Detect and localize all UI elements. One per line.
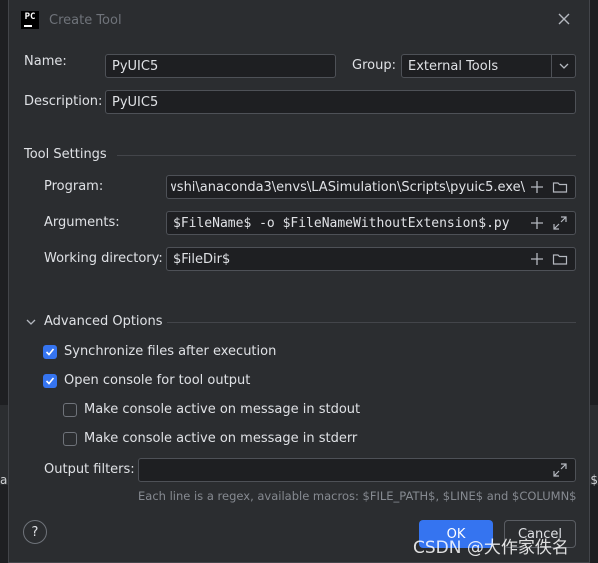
description-input[interactable]: PyUIC5: [105, 90, 576, 114]
close-icon[interactable]: [557, 12, 571, 26]
advanced-options-toggle[interactable]: Advanced Options: [26, 314, 163, 329]
background-edge-text-left: a: [0, 473, 8, 487]
arguments-label: Arguments:: [44, 215, 120, 230]
stderr-checkbox[interactable]: [63, 431, 77, 446]
tool-settings-title: Tool Settings: [24, 147, 107, 162]
program-browse-folder-icon[interactable]: [552, 179, 568, 195]
sync-files-label: Synchronize files after execution: [64, 344, 277, 359]
workdir-insert-macro-icon[interactable]: [529, 251, 545, 267]
open-console-label: Open console for tool output: [64, 373, 251, 388]
output-filters-input[interactable]: [138, 458, 576, 482]
group-label: Group:: [352, 58, 396, 73]
dialog-titlebar: PC Create Tool: [9, 0, 589, 40]
help-button[interactable]: ?: [23, 520, 47, 544]
description-label: Description:: [24, 94, 103, 109]
output-filters-hint: Each line is a regex, available macros: …: [138, 489, 577, 503]
chevron-down-icon: [26, 319, 36, 325]
create-tool-dialog: PC Create Tool Name: PyUIC5 Group: Exter…: [8, 0, 590, 563]
pycharm-logo-icon: PC: [21, 11, 39, 29]
working-directory-input[interactable]: $FileDir$: [166, 247, 576, 271]
sync-files-option[interactable]: Synchronize files after execution: [43, 344, 276, 359]
stdout-option[interactable]: Make console active on message in stdout: [63, 402, 360, 417]
stderr-option[interactable]: Make console active on message in stderr: [63, 431, 357, 446]
stderr-label: Make console active on message in stderr: [84, 431, 358, 446]
arguments-input[interactable]: $FileName$ -o $FileNameWithoutExtension$…: [166, 211, 576, 235]
output-filters-expand-icon[interactable]: [552, 462, 568, 478]
group-dropdown-button[interactable]: [551, 55, 575, 77]
name-label: Name:: [24, 54, 67, 69]
dialog-title: Create Tool: [49, 12, 122, 28]
arguments-expand-icon[interactable]: [552, 215, 568, 231]
open-console-checkbox[interactable]: [43, 373, 57, 388]
checkmark-icon: [45, 347, 55, 356]
advanced-options-title: Advanced Options: [44, 314, 163, 329]
workdir-browse-folder-icon[interactable]: [552, 251, 568, 267]
program-label: Program:: [44, 179, 104, 194]
checkmark-icon: [45, 376, 55, 385]
open-console-option[interactable]: Open console for tool output: [43, 373, 250, 388]
program-insert-macro-icon[interactable]: [529, 179, 545, 195]
group-select-value: External Tools: [408, 58, 499, 74]
name-row: Name:: [24, 54, 67, 69]
sync-files-checkbox[interactable]: [43, 344, 57, 359]
output-filters-label: Output filters:: [44, 462, 135, 477]
arguments-insert-macro-icon[interactable]: [529, 215, 545, 231]
program-input[interactable]: \zwshi\anaconda3\envs\LASimulation\Scrip…: [166, 175, 576, 199]
tool-settings-divider: [117, 155, 576, 156]
group-select[interactable]: External Tools: [401, 54, 576, 78]
advanced-options-divider: [167, 322, 576, 323]
chevron-down-icon: [559, 63, 568, 69]
csdn-watermark: CSDN @大作家佚名: [413, 538, 569, 558]
name-input[interactable]: PyUIC5: [105, 54, 336, 78]
program-input-value: \zwshi\anaconda3\envs\LASimulation\Scrip…: [171, 179, 525, 195]
stdout-label: Make console active on message in stdout: [84, 402, 361, 417]
working-directory-label: Working directory:: [44, 251, 163, 266]
stdout-checkbox[interactable]: [63, 402, 77, 417]
background-edge-text-right: $: [590, 473, 598, 487]
